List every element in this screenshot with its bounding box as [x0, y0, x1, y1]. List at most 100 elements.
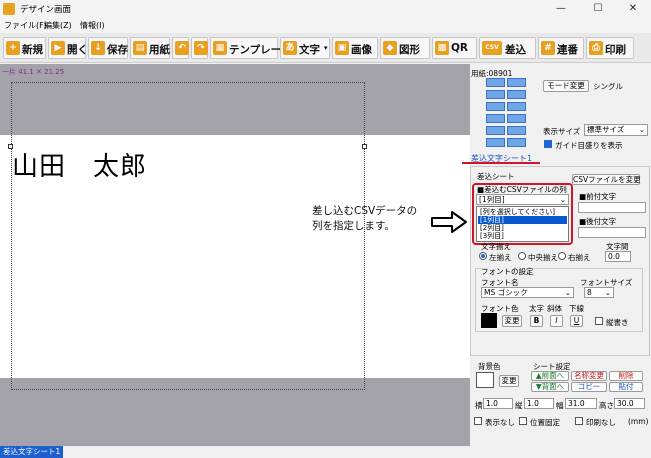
bg-color-swatch[interactable] [476, 372, 494, 388]
guide-label: ガイド目盛りを表示 [555, 141, 623, 150]
bg-color-label: 背景色 [478, 362, 501, 371]
lock-position-label: 位置固定 [530, 418, 560, 427]
x-label: 横 [475, 401, 483, 410]
redo-button[interactable]: ↷ [191, 37, 208, 59]
shape-button[interactable]: ◆ 図形 [380, 37, 430, 59]
y-input[interactable]: 1.0 [524, 398, 554, 409]
status-sheet-tab[interactable]: 差込文字シート1 [0, 446, 64, 458]
bold-button[interactable]: B [530, 315, 543, 327]
status-bar: 差込文字シート1 [0, 446, 651, 458]
undo-button[interactable]: ↶ [172, 37, 189, 59]
paper-button[interactable]: ▤ 用紙 [130, 37, 170, 59]
window-title: デザイン画面 [20, 5, 72, 15]
image-button[interactable]: ▣ 画像 [332, 37, 378, 59]
save-icon: ↓ [91, 41, 105, 55]
align-left-label: 左揃え [489, 253, 512, 262]
qr-button[interactable]: ▩ QR [432, 37, 477, 59]
font-color-change-button[interactable]: 変更 [502, 315, 522, 327]
menu-edit[interactable]: 編集(Z) [44, 20, 72, 31]
align-right-radio[interactable] [558, 252, 566, 260]
y-label: 縦 [515, 401, 523, 410]
display-size-label: 表示サイズ [543, 127, 581, 136]
italic-label: 斜体 [547, 304, 562, 313]
rename-button[interactable]: 名称変更 [571, 371, 607, 381]
design-window: デザイン画面 — ☐ ✕ ファイル(F) 編集(Z) 情報(I) + 新規 ▶ … [0, 0, 651, 458]
copy-button[interactable]: コピー [571, 382, 607, 392]
hide-checkbox[interactable] [474, 417, 482, 425]
bring-front-button[interactable]: ▲前面へ [531, 371, 569, 381]
open-button[interactable]: ▶ 開く [48, 37, 88, 59]
arrow-right-icon [431, 211, 467, 233]
template-icon: ▦ [213, 41, 227, 55]
printer-icon: ⎙ [589, 41, 603, 55]
align-label: 文字揃え [481, 242, 511, 251]
merge-sheet-label: 差込シート [477, 172, 515, 181]
merged-name-text[interactable]: 山田 太郎 [12, 146, 147, 183]
align-right-label: 右揃え [568, 253, 591, 262]
new-document-icon: + [6, 41, 20, 55]
redo-icon: ↷ [194, 41, 208, 55]
text-button[interactable]: あ 文字 ▾ [280, 37, 330, 59]
menu-info[interactable]: 情報(I) [80, 20, 105, 31]
serial-button[interactable]: # 連番 [538, 37, 584, 59]
shape-icon: ◆ [383, 41, 397, 55]
serial-number-icon: # [541, 41, 555, 55]
underline-button[interactable]: U [570, 315, 583, 327]
send-back-button[interactable]: ▼背面へ [531, 382, 569, 392]
menu-file[interactable]: ファイル(F) [4, 20, 47, 31]
underline-label: 下線 [569, 304, 584, 313]
font-color-swatch[interactable] [481, 313, 497, 328]
tab-underline [462, 162, 540, 164]
italic-button[interactable]: I [550, 315, 563, 327]
lock-position-checkbox[interactable] [519, 417, 527, 425]
maximize-button[interactable]: ☐ [580, 0, 616, 18]
bg-color-change-button[interactable]: 変更 [499, 375, 519, 387]
hide-label: 表示なし [485, 418, 515, 427]
image-icon: ▣ [335, 41, 349, 55]
font-name-select[interactable]: MS ゴシック ⌄ [481, 287, 574, 298]
height-input[interactable]: 30.0 [614, 398, 645, 409]
csv-icon: CSV [482, 41, 502, 55]
w-label: 幅 [556, 401, 564, 410]
text-icon: あ [283, 41, 297, 55]
suffix-label: ■後付文字 [579, 217, 617, 226]
delete-button[interactable]: 削除 [609, 371, 643, 381]
chevron-down-icon: ▾ [324, 44, 328, 52]
app-icon [3, 3, 15, 15]
x-input[interactable]: 1.0 [483, 398, 513, 409]
vertical-writing-label: 縦書き [606, 318, 629, 327]
new-button[interactable]: + 新規 [3, 37, 46, 59]
h-label: 高さ [599, 401, 614, 410]
unit-label: (mm) [628, 417, 649, 426]
align-left-radio[interactable] [479, 252, 487, 260]
guide-checkbox[interactable] [544, 140, 552, 148]
display-size-select[interactable]: 標準サイズ ⌄ [584, 124, 648, 136]
suffix-input[interactable] [578, 227, 646, 238]
menu-bar: ファイル(F) 編集(Z) 情報(I) [0, 18, 651, 33]
width-input[interactable]: 31.0 [565, 398, 597, 409]
spacing-input[interactable]: 0.0 [605, 251, 631, 262]
vertical-writing-checkbox[interactable] [595, 317, 603, 325]
cursor-coordinates: 一片 41.1 ✕ 21.25 [2, 68, 65, 76]
prefix-input[interactable] [578, 202, 646, 213]
print-button[interactable]: ⎙ 印刷 [586, 37, 634, 59]
selected-text-box[interactable] [11, 82, 365, 390]
close-button[interactable]: ✕ [615, 0, 651, 18]
font-size-select[interactable]: 8 ⌄ [584, 287, 614, 298]
align-center-radio[interactable] [518, 252, 526, 260]
template-button[interactable]: ▦ テンプレート [210, 37, 292, 59]
minimize-button[interactable]: — [543, 0, 579, 18]
prefix-label: ■前付文字 [579, 192, 617, 201]
csv-change-button[interactable]: CSVファイルを変更 [572, 174, 641, 185]
resize-handle-top-right[interactable] [362, 144, 367, 149]
merge-button[interactable]: CSV 差込 [479, 37, 536, 59]
no-print-checkbox[interactable] [575, 417, 583, 425]
folder-open-icon: ▶ [51, 41, 65, 55]
mode-change-button[interactable]: モード変更 [543, 80, 589, 92]
chevron-down-icon: ⌄ [564, 288, 571, 297]
chevron-down-icon: ⌄ [604, 288, 611, 297]
save-button[interactable]: ↓ 保存 [88, 37, 128, 59]
paper-icon: ▤ [133, 41, 147, 55]
toolbar: + 新規 ▶ 開く ↓ 保存 ▤ 用紙 ↶ ↷ ▦ テンプレート あ 文字 ▾ [0, 33, 651, 63]
paste-button[interactable]: 貼付 [609, 382, 643, 392]
